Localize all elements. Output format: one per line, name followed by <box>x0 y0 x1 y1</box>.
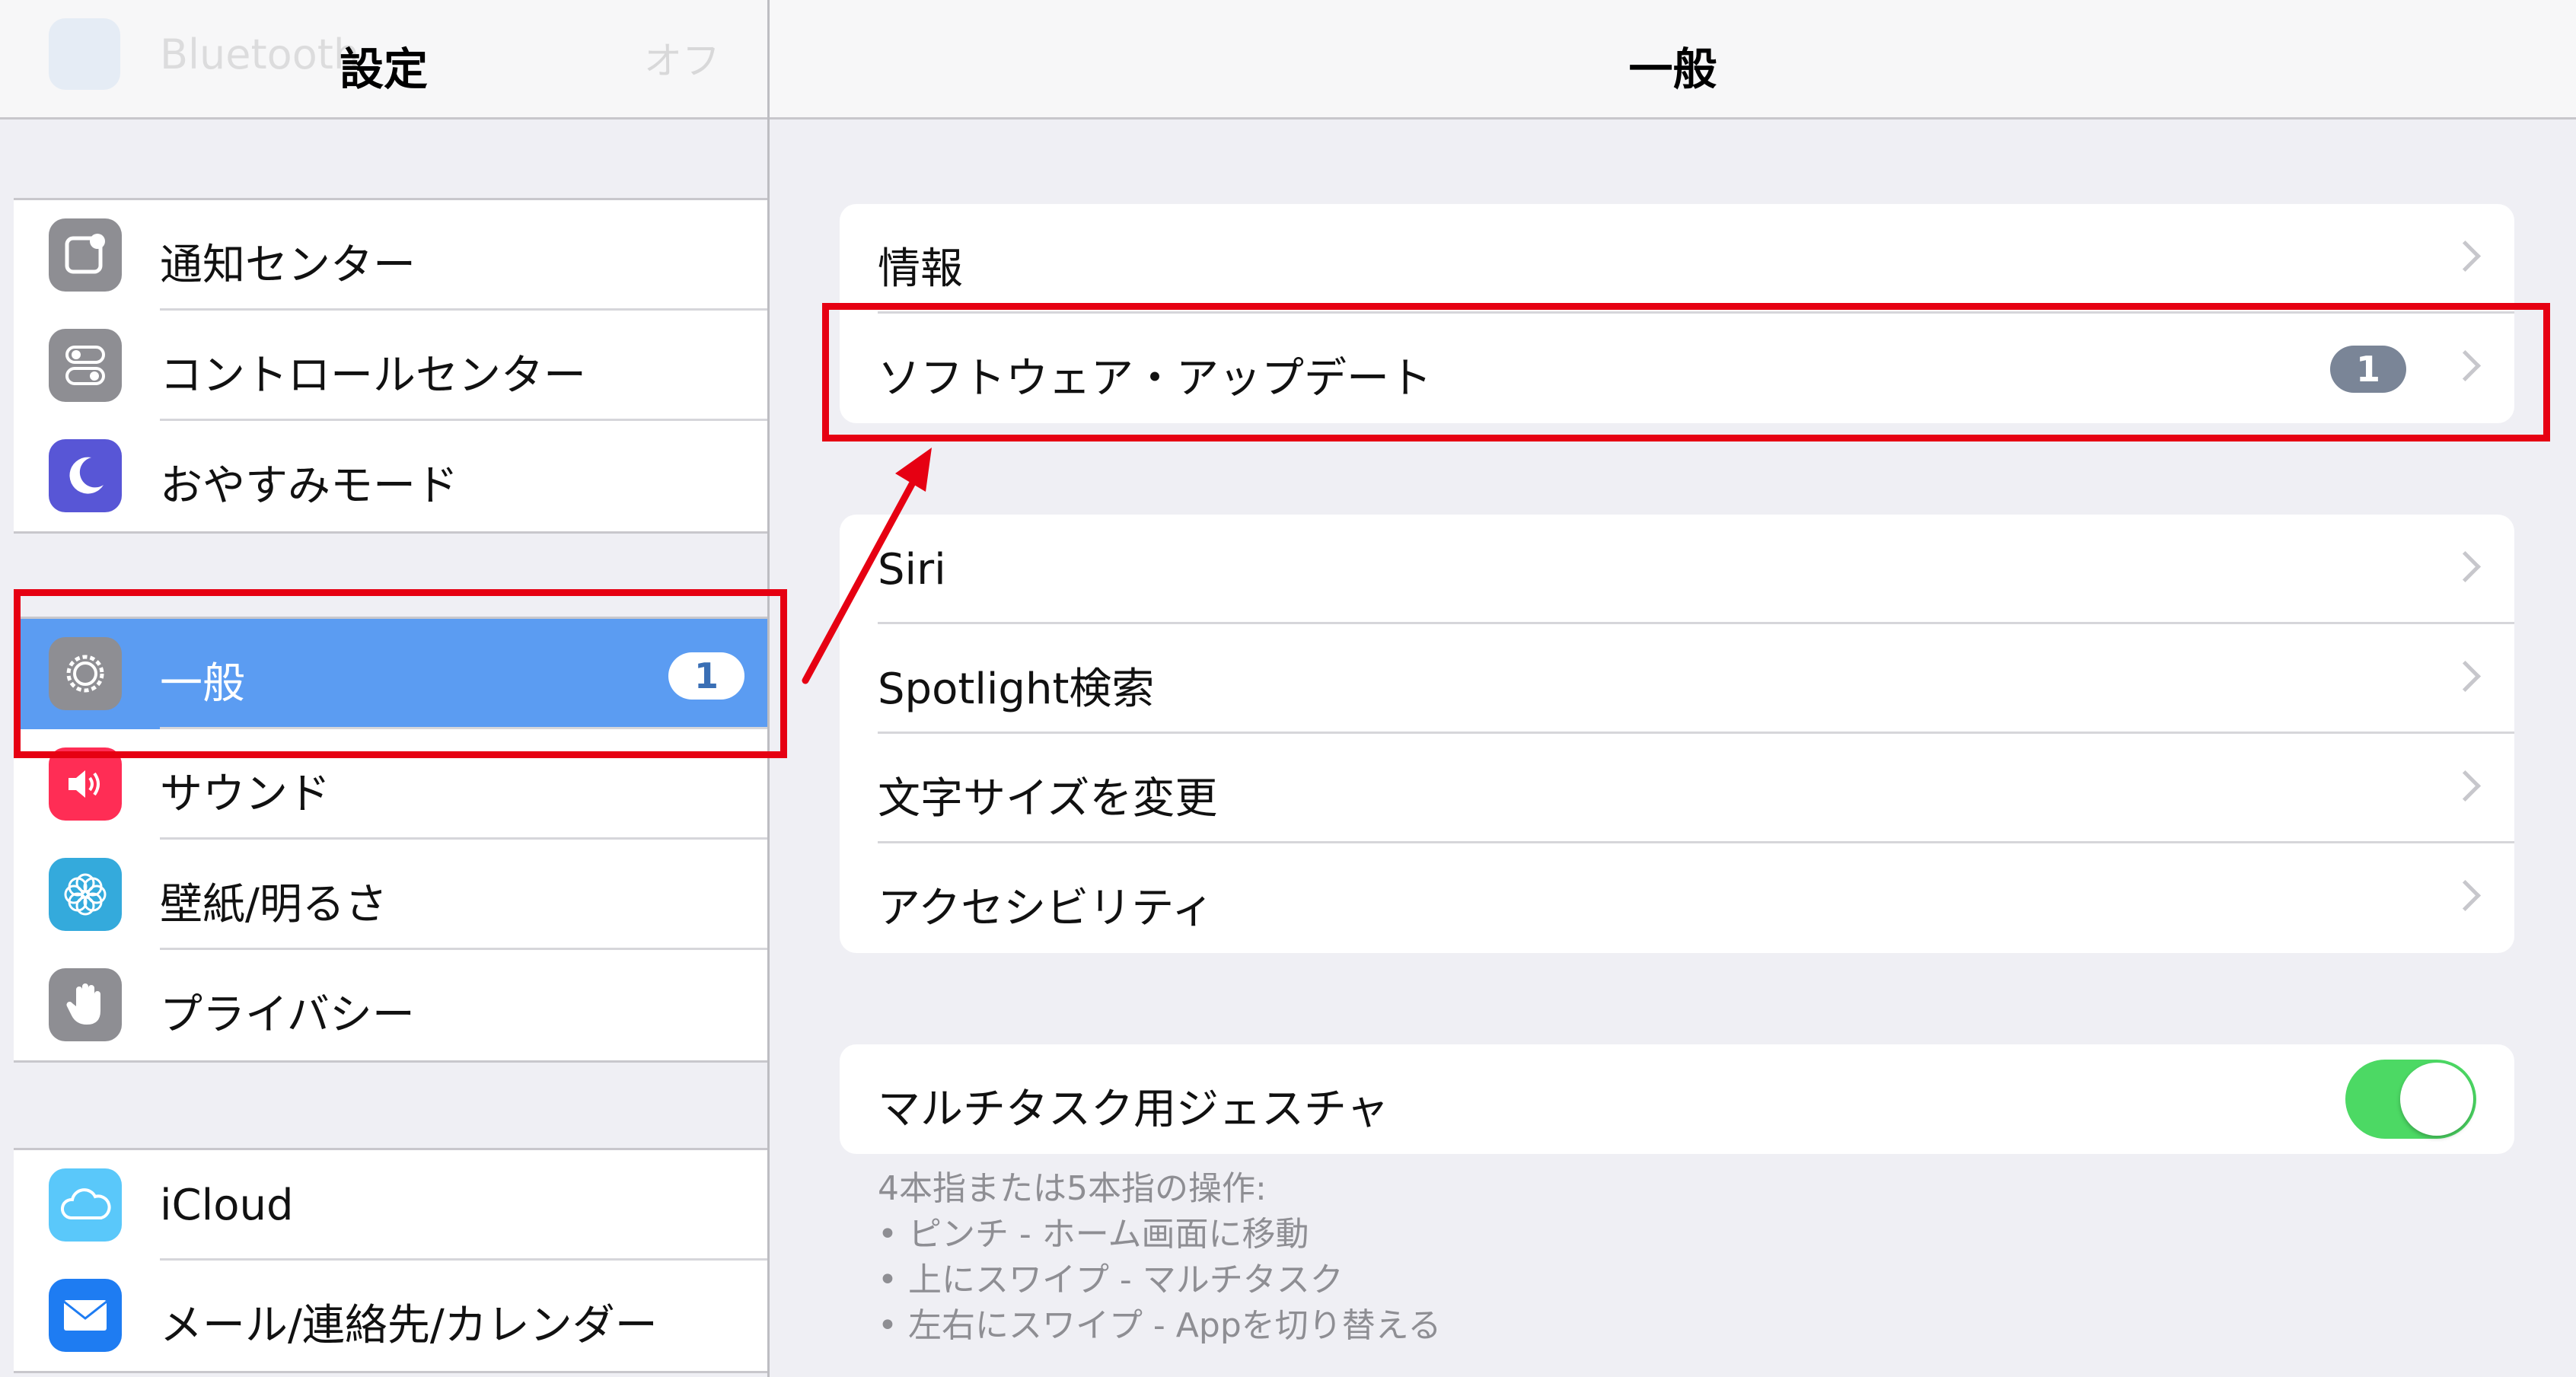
speaker-icon <box>49 747 122 821</box>
row-multitasking-gestures: マルチタスク用ジェスチャ <box>840 1044 2514 1154</box>
moon-icon <box>49 439 122 512</box>
sidebar-item-wallpaper[interactable]: 壁紙/明るさ <box>14 840 767 950</box>
sidebar-item-mail-contacts-calendars[interactable]: メール/連絡先/カレンダー <box>14 1261 767 1371</box>
row-label: 文字サイズを変更 <box>878 774 1218 824</box>
row-label: アクセシビリティ <box>878 884 1214 933</box>
flower-icon <box>49 858 122 931</box>
cloud-icon <box>49 1168 122 1242</box>
row-text-size[interactable]: 文字サイズを変更 <box>840 734 2514 843</box>
sidebar-group-1: 通知センター コントロールセンター おやすみモード <box>14 198 767 534</box>
row-label: Spotlight検索 <box>878 665 1155 714</box>
sidebar-item-label: メール/連絡先/カレンダー <box>160 1301 658 1350</box>
chevron-right-icon <box>2449 660 2482 693</box>
toggle-knob <box>2400 1063 2473 1136</box>
row-label: 情報 <box>878 244 963 294</box>
sidebar-item-privacy[interactable]: プライバシー <box>14 950 767 1060</box>
footnote-line: • 左右にスワイプ - Appを切り替える <box>878 1306 1442 1345</box>
general-settings-pane: 一般 情報 ソフトウェア・アップデート 1 Siri Spotlight検索 文… <box>770 0 2576 1377</box>
sidebar-item-control-center[interactable]: コントロールセンター <box>14 311 767 421</box>
sidebar-item-notification-center[interactable]: 通知センター <box>14 200 767 311</box>
mail-icon <box>49 1279 122 1352</box>
sidebar-item-label: おやすみモード <box>160 461 458 511</box>
sidebar-item-icloud[interactable]: iCloud <box>14 1150 767 1261</box>
general-highlight-box <box>14 589 787 758</box>
sidebar-item-label: iCloud <box>160 1181 294 1230</box>
row-label: Siri <box>878 545 946 594</box>
settings-app: Bluetooth オフ 設定 通知センター コントロールセンター おやすみモー… <box>0 0 2576 1377</box>
chevron-right-icon <box>2449 550 2482 583</box>
footnote-line: • ピンチ - ホーム画面に移動 <box>878 1215 1309 1254</box>
sidebar-item-label: コントロールセンター <box>160 351 586 400</box>
notification-center-icon <box>49 218 122 292</box>
row-about[interactable]: 情報 <box>840 204 2514 314</box>
row-siri[interactable]: Siri <box>840 515 2514 624</box>
multitasking-footnote: 4本指または5本指の操作: • ピンチ - ホーム画面に移動 • 上にスワイプ … <box>878 1166 1441 1349</box>
settings-group-search: Siri Spotlight検索 文字サイズを変更 アクセシビリティ <box>840 515 2514 953</box>
sidebar-item-label: サウンド <box>160 770 330 819</box>
footnote-line: 4本指または5本指の操作: <box>878 1169 1267 1208</box>
main-header: 一般 <box>770 0 2576 120</box>
sidebar-item-do-not-disturb[interactable]: おやすみモード <box>14 421 767 531</box>
hand-icon <box>49 968 122 1041</box>
chevron-right-icon <box>2449 879 2482 912</box>
sidebar-item-label: 壁紙/明るさ <box>160 880 387 929</box>
settings-group-multitasking: マルチタスク用ジェスチャ <box>840 1044 2514 1154</box>
sidebar-title: 設定 <box>339 43 428 95</box>
chevron-right-icon <box>2449 240 2482 273</box>
sidebar-header: Bluetooth オフ 設定 <box>0 0 767 120</box>
row-spotlight-search[interactable]: Spotlight検索 <box>840 624 2514 734</box>
chevron-right-icon <box>2449 770 2482 802</box>
page-title: 一般 <box>1628 43 1717 95</box>
sidebar-item-label: プライバシー <box>160 990 415 1040</box>
software-update-highlight-box <box>822 303 2550 441</box>
multitasking-gestures-toggle[interactable] <box>2345 1060 2476 1139</box>
control-center-icon <box>49 329 122 402</box>
row-accessibility[interactable]: アクセシビリティ <box>840 843 2514 953</box>
sidebar-item-label: 通知センター <box>160 241 416 290</box>
row-label: マルチタスク用ジェスチャ <box>878 1085 1389 1134</box>
sidebar-group-3: iCloud メール/連絡先/カレンダー <box>14 1148 767 1373</box>
footnote-line: • 上にスワイプ - マルチタスク <box>878 1261 1344 1299</box>
